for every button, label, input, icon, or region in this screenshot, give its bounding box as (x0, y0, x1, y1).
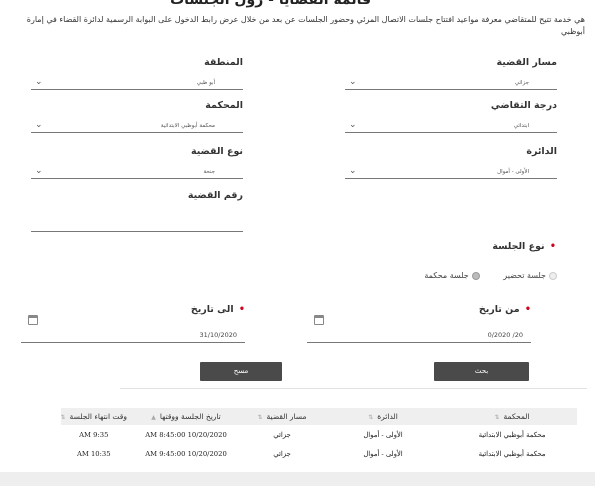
radio-label: جلسة محكمة (424, 271, 469, 280)
column-header-session-end-time[interactable]: وقت انتهاء الجلسة⇅ (60, 408, 127, 425)
region-label: المنطقة (204, 57, 243, 68)
table-cell: محكمة أبوظبي الابتدائية (478, 430, 546, 439)
court-select[interactable]: محكمة أبوظبي الابتدائية ⌄ (31, 120, 243, 133)
column-header-label: تاريخ الجلسة ووقتها (159, 412, 221, 421)
radio-court-session[interactable]: جلسة محكمة (424, 271, 480, 280)
column-header-case-path[interactable]: مسار القضية⇅ (245, 408, 319, 425)
from-date-label-text: من تاريخ (478, 304, 520, 315)
page-title: قائمة القضايا - رول الجلسات (170, 0, 371, 8)
sort-asc-icon: ▲ (151, 414, 156, 421)
divider (120, 388, 587, 389)
to-date-field[interactable]: • الى تاريخ 31/10/2020 (21, 304, 245, 343)
from-date-field[interactable]: • من تاريخ 20/ 0/2020 (307, 304, 531, 343)
table-cell: الأولى - أموال (363, 430, 403, 439)
from-date-label: • من تاريخ (307, 304, 531, 318)
sort-icon: ⇅ (60, 414, 66, 421)
clear-button[interactable]: مسح (200, 362, 282, 381)
table-cell: AM 8:45:00 10/20/2020 (145, 430, 227, 439)
case-path-select[interactable]: جزائي ⌄ (345, 77, 557, 90)
region-select[interactable]: أبو ظبي ⌄ (31, 77, 243, 90)
search-button[interactable]: بحث (434, 362, 529, 381)
court-value: محكمة أبوظبي الابتدائية (160, 123, 215, 129)
radio-label: جلسة تحضير (503, 271, 546, 280)
table-cell: AM 9:45:00 10/20/2020 (145, 449, 227, 458)
to-date-label-text: الى تاريخ (190, 304, 234, 315)
region-field[interactable]: المنطقة أبو ظبي ⌄ (31, 57, 243, 90)
column-header-label: وقت انتهاء الجلسة (69, 412, 127, 421)
region-value: أبو ظبي (196, 80, 215, 86)
table-cell: محكمة أبوظبي الابتدائية (478, 449, 546, 458)
session-type-label: • نوع الجلسة (492, 241, 556, 252)
column-header-circuit[interactable]: الدائرة⇅ (319, 408, 447, 425)
to-date-label: • الى تاريخ (21, 304, 245, 318)
column-header-label: المحكمة (503, 412, 530, 421)
column-header-session-datetime[interactable]: تاريخ الجلسة ووقتها▲ (127, 408, 245, 425)
case-path-field[interactable]: مسار القضية جزائي ⌄ (345, 57, 557, 90)
page-description: هي خدمة تتيح للمتقاضي معرفة مواعيد افتتا… (26, 15, 585, 36)
table-cell: الأولى - أموال (363, 449, 403, 458)
radio-icon[interactable] (549, 271, 557, 280)
required-marker: • (238, 304, 245, 315)
to-date-value: 31/10/2020 (199, 331, 237, 339)
from-date-value: 20/ 0/2020 (487, 331, 523, 339)
litigation-level-field[interactable]: درجة التقاضي ابتدائي ⌄ (345, 100, 557, 133)
court-field[interactable]: المحكمة محكمة أبوظبي الابتدائية ⌄ (31, 100, 243, 133)
bottom-bar (0, 472, 595, 486)
required-marker: • (524, 304, 531, 315)
chevron-down-icon: ⌄ (349, 166, 357, 176)
court-label: المحكمة (205, 100, 243, 111)
table-row[interactable]: محكمة أبوظبي الابتدائية الأولى - أموال ج… (61, 425, 577, 444)
table-cell: AM 9:35 (79, 430, 109, 439)
case-type-field[interactable]: نوع القضية جنحة ⌄ (31, 146, 243, 179)
case-type-label: نوع القضية (191, 146, 243, 157)
case-type-value: جنحة (203, 169, 215, 175)
results-table: المحكمة⇅ الدائرة⇅ مسار القضية⇅ تاريخ الج… (60, 408, 577, 463)
case-number-input[interactable] (31, 222, 243, 232)
radio-icon[interactable] (471, 271, 480, 280)
required-marker: • (549, 241, 556, 252)
case-number-label: رقم القضية (187, 190, 243, 201)
radio-preparation-session[interactable]: جلسة تحضير (503, 271, 557, 280)
calendar-icon[interactable] (28, 315, 38, 325)
circuit-select[interactable]: الأولى - أموال ⌄ (345, 166, 557, 179)
table-cell: AM 10:35 (76, 449, 111, 458)
case-path-value: جزائي (514, 80, 529, 86)
litigation-level-select[interactable]: ابتدائي ⌄ (345, 120, 557, 133)
column-header-label: الدائرة (377, 412, 398, 421)
column-header-court[interactable]: المحكمة⇅ (447, 408, 577, 425)
calendar-icon[interactable] (314, 315, 324, 325)
case-path-label: مسار القضية (496, 57, 557, 68)
circuit-field[interactable]: الدائرة الأولى - أموال ⌄ (345, 146, 557, 179)
session-type-radio-group[interactable]: جلسة تحضير جلسة محكمة (403, 271, 557, 280)
circuit-label: الدائرة (526, 146, 557, 157)
table-cell: جزائي (273, 449, 291, 458)
table-cell: جزائي (273, 430, 291, 439)
table-row[interactable]: محكمة أبوظبي الابتدائية الأولى - أموال ج… (61, 444, 577, 463)
chevron-down-icon: ⌄ (35, 166, 43, 176)
chevron-down-icon: ⌄ (349, 120, 357, 130)
case-type-select[interactable]: جنحة ⌄ (31, 166, 243, 179)
sort-icon: ⇅ (257, 414, 263, 421)
sort-icon: ⇅ (368, 414, 374, 421)
litigation-level-label: درجة التقاضي (490, 100, 557, 111)
table-header-row: المحكمة⇅ الدائرة⇅ مسار القضية⇅ تاريخ الج… (60, 408, 577, 425)
circuit-value: الأولى - أموال (497, 169, 529, 175)
session-type-label-text: نوع الجلسة (492, 241, 545, 252)
to-date-input[interactable]: 31/10/2020 (21, 315, 245, 343)
case-number-field[interactable]: رقم القضية (31, 190, 243, 232)
chevron-down-icon: ⌄ (349, 77, 357, 87)
litigation-level-value: ابتدائي (513, 123, 529, 129)
from-date-input[interactable]: 20/ 0/2020 (307, 315, 531, 343)
chevron-down-icon: ⌄ (35, 120, 43, 130)
chevron-down-icon: ⌄ (35, 77, 43, 87)
column-header-label: مسار القضية (266, 412, 307, 421)
sort-icon: ⇅ (494, 414, 500, 421)
